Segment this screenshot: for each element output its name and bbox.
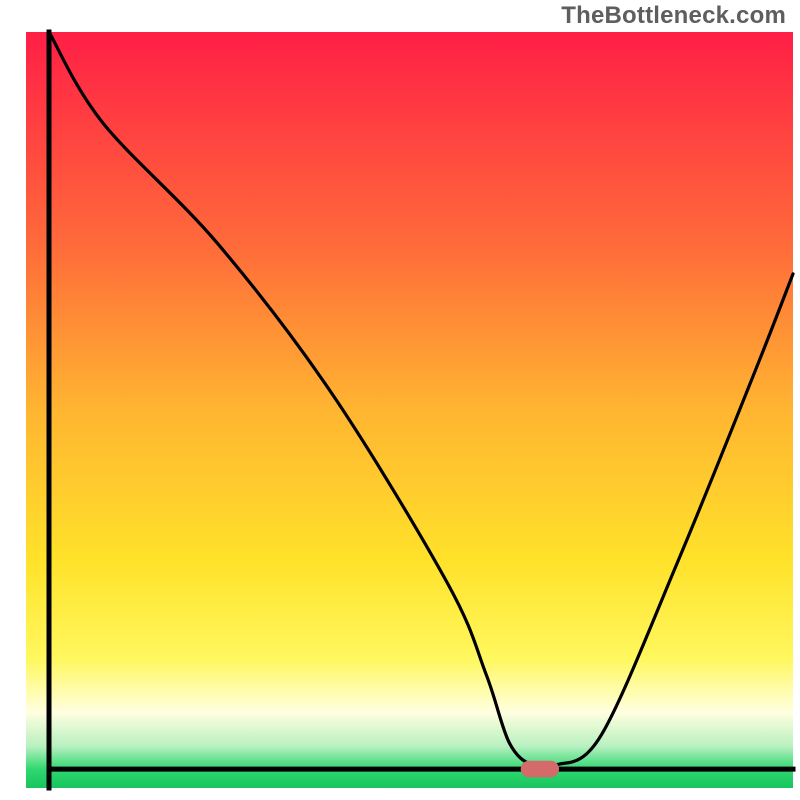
- gradient-background: [26, 32, 793, 788]
- optimal-marker: [521, 761, 559, 778]
- chart-container: TheBottleneck.com: [0, 0, 800, 800]
- plot-area: [26, 32, 793, 788]
- bottleneck-chart: [0, 0, 800, 800]
